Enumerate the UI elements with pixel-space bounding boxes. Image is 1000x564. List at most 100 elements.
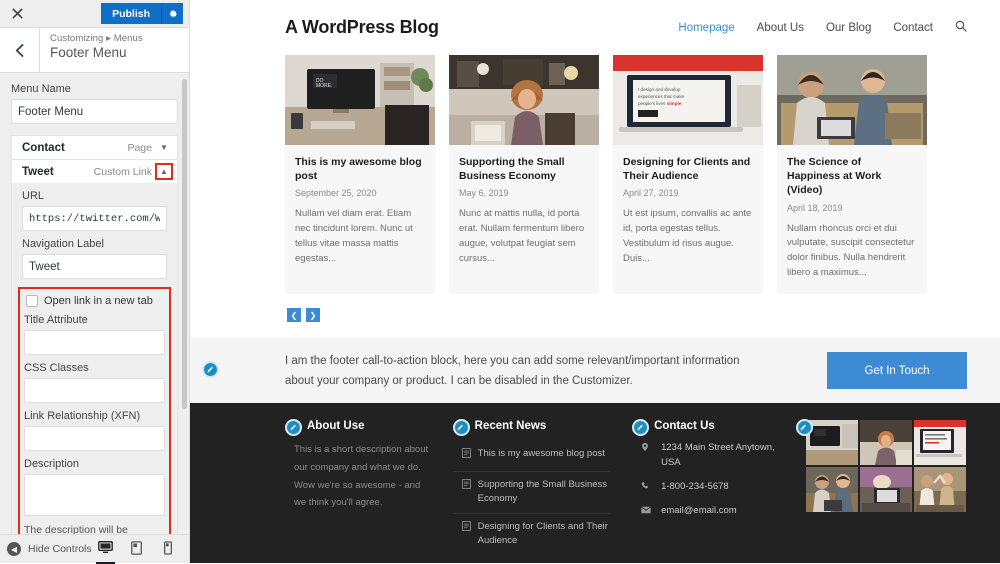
mobile-icon[interactable] xyxy=(159,538,176,560)
chevron-right-icon[interactable]: ❯ xyxy=(306,308,320,323)
url-label: URL xyxy=(22,190,45,202)
instagram-thumb[interactable] xyxy=(913,467,966,513)
open-new-tab-label: Open link in a new tab xyxy=(44,295,153,307)
recent-news-item[interactable]: Supporting the Small Business Economy xyxy=(452,472,611,515)
contact-address-row: 1234 Main Street Anytown, USA xyxy=(632,441,780,479)
site-title[interactable]: A WordPress Blog xyxy=(285,17,439,38)
site-header: A WordPress Blog Homepage About Us Our B… xyxy=(190,0,1000,55)
title-attribute-input[interactable] xyxy=(24,330,165,355)
post-date: May 6, 2019 xyxy=(459,188,509,199)
description-textarea[interactable] xyxy=(24,474,165,516)
post-date: April 18, 2019 xyxy=(787,202,843,213)
navigation-label-input[interactable] xyxy=(22,254,167,279)
site-preview: A WordPress Blog Homepage About Us Our B… xyxy=(190,0,1000,563)
hide-controls-button[interactable]: ◀ Hide Controls xyxy=(7,542,92,556)
nav-item-about-us[interactable]: About Us xyxy=(757,22,804,34)
open-new-tab-checkbox[interactable] xyxy=(26,295,38,307)
breadcrumb: Customizing ▸ Menus xyxy=(50,33,143,44)
footer-widget-title: Contact Us xyxy=(654,420,715,433)
title-attribute-label: Title Attribute xyxy=(24,314,88,326)
gear-icon[interactable] xyxy=(161,3,183,24)
pencil-icon[interactable] xyxy=(795,419,813,437)
publish-button[interactable]: Publish xyxy=(101,3,161,24)
post-thumbnail[interactable]: DO MORE. xyxy=(285,55,435,145)
post-title[interactable]: The Science of Happiness at Work (Video) xyxy=(787,155,917,198)
post-card[interactable]: Supporting the Small Business Economy Ma… xyxy=(449,55,599,295)
customizer-sidebar: Publish Customizing ▸ Menus Footer Menu … xyxy=(0,0,190,564)
recent-news-item[interactable]: This is my awesome blog post xyxy=(452,441,611,472)
customizer-topbar: Publish xyxy=(0,0,189,28)
cta-text: I am the footer call-to-action block, he… xyxy=(285,354,740,387)
chevron-down-icon[interactable]: ▼ xyxy=(159,143,169,152)
device-preview-switcher xyxy=(96,538,182,564)
description-label: Description xyxy=(24,458,80,470)
svg-text:I design and develop: I design and develop xyxy=(638,87,681,92)
post-card[interactable]: DO MORE. This is my awesome blog post Se… xyxy=(285,55,435,295)
post-title[interactable]: Supporting the Small Business Economy xyxy=(459,155,589,183)
post-card[interactable]: The Science of Happiness at Work (Video)… xyxy=(777,55,927,295)
pencil-icon[interactable] xyxy=(202,361,219,379)
desktop-icon[interactable] xyxy=(96,538,115,564)
post-title[interactable]: Designing for Clients and Their Audience xyxy=(623,155,753,183)
tablet-icon[interactable] xyxy=(128,538,145,560)
close-icon[interactable] xyxy=(8,5,26,23)
contact-email-text: email@email.com xyxy=(661,504,737,516)
search-icon[interactable] xyxy=(955,20,967,35)
primary-navigation: Homepage About Us Our Blog Contact xyxy=(678,20,967,35)
post-title[interactable]: This is my awesome blog post xyxy=(295,155,425,183)
footer-cta-block: I am the footer call-to-action block, he… xyxy=(190,338,1000,404)
back-button[interactable] xyxy=(0,28,40,72)
xfn-input[interactable] xyxy=(24,426,165,451)
instagram-grid xyxy=(802,420,967,513)
menu-item-contact[interactable]: Contact Page ▼ xyxy=(11,135,178,160)
navigation-label-label: Navigation Label xyxy=(22,238,104,250)
recent-news-label: Designing for Clients and Their Audience xyxy=(477,521,608,547)
chevron-left-icon[interactable]: ❮ xyxy=(287,308,301,323)
document-icon xyxy=(461,448,471,463)
document-icon xyxy=(461,478,471,494)
url-input[interactable] xyxy=(22,206,167,231)
customizer-panel-header: Customizing ▸ Menus Footer Menu xyxy=(0,28,189,73)
menu-name-input[interactable] xyxy=(11,99,178,124)
menu-item-tweet[interactable]: Tweet Custom Link ▲ xyxy=(11,159,178,184)
contact-phone-row: 1-800-234-5678 xyxy=(632,480,780,504)
xfn-label: Link Relationship (XFN) xyxy=(24,410,141,422)
post-excerpt: Nunc at mattis nulla, id porta erat. Nul… xyxy=(459,208,585,264)
post-thumbnail[interactable] xyxy=(449,55,599,145)
open-new-tab-row[interactable]: Open link in a new tab xyxy=(26,295,165,307)
chevron-up-icon[interactable]: ▲ xyxy=(155,163,173,180)
footer-widget-instagram xyxy=(795,419,967,555)
pencil-icon[interactable] xyxy=(632,419,650,437)
instagram-thumb[interactable] xyxy=(859,420,912,466)
post-date: April 27, 2019 xyxy=(623,188,679,199)
contact-phone-text: 1-800-234-5678 xyxy=(661,480,729,492)
menu-item-type: Custom Link xyxy=(93,165,152,178)
post-body: Supporting the Small Business Economy Ma… xyxy=(449,145,599,280)
pencil-icon[interactable] xyxy=(285,419,302,437)
post-thumbnail[interactable] xyxy=(777,55,927,145)
sidebar-scrollbar[interactable] xyxy=(182,79,187,409)
instagram-thumb[interactable] xyxy=(913,420,966,466)
css-classes-input[interactable] xyxy=(24,378,165,403)
footer-widget-area: About Use This is a short description ab… xyxy=(190,403,1000,563)
instagram-thumb[interactable] xyxy=(805,467,858,513)
recent-news-label: This is my awesome blog post xyxy=(477,448,605,460)
posts-carousel: DO MORE. This is my awesome blog post Se… xyxy=(190,55,1000,295)
instagram-thumb[interactable] xyxy=(859,467,912,513)
nav-item-contact[interactable]: Contact xyxy=(893,22,933,34)
recent-news-item[interactable]: Designing for Clients and Their Audience xyxy=(453,514,610,556)
post-card[interactable]: I design and develop experiences that ma… xyxy=(613,55,763,295)
contact-address-text: 1234 Main Street Anytown, USA xyxy=(661,442,775,469)
customizer-content: Menu Name Contact Page ▼ Tweet Custom Li… xyxy=(0,73,189,534)
nav-item-homepage[interactable]: Homepage xyxy=(678,22,734,34)
get-in-touch-button[interactable]: Get In Touch xyxy=(827,352,967,390)
post-thumbnail[interactable]: I design and develop experiences that ma… xyxy=(613,55,763,145)
instagram-thumb[interactable] xyxy=(805,420,858,466)
post-excerpt: Nullam rhoncus orci et dui vulputate, su… xyxy=(787,222,915,278)
nav-item-our-blog[interactable]: Our Blog xyxy=(826,22,871,34)
menu-item-title: Tweet xyxy=(22,165,54,178)
menu-items-list: Contact Page ▼ Tweet Custom Link ▲ URL N… xyxy=(11,135,178,534)
pencil-icon[interactable] xyxy=(452,419,470,437)
svg-text:MORE.: MORE. xyxy=(316,83,332,89)
carousel-controls: ❮ ❯ xyxy=(190,294,1000,323)
